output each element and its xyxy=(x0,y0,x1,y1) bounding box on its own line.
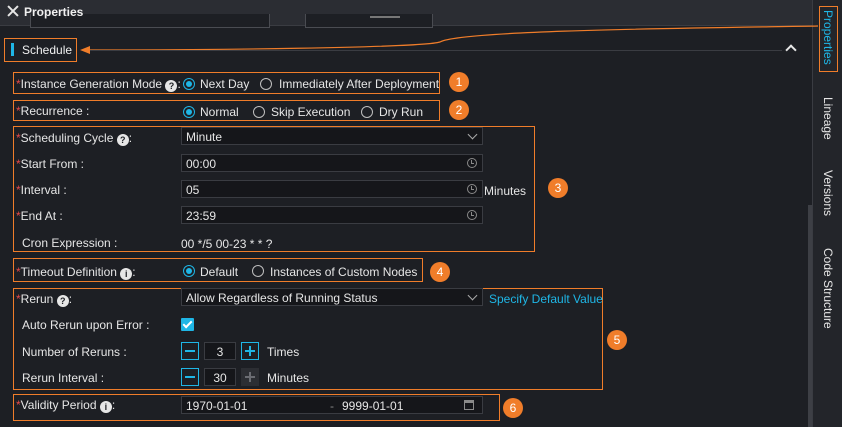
annotation-badge: 5 xyxy=(607,330,627,350)
rerun-label: *Rerun ?: xyxy=(16,292,73,307)
chevron-down-icon xyxy=(467,290,478,301)
section-accent-bar xyxy=(11,43,14,56)
reruns-value[interactable]: 3 xyxy=(204,342,236,360)
validity-end: 9999-01-01 xyxy=(342,399,404,413)
annotation-badge: 3 xyxy=(548,178,568,198)
radio-label: Default xyxy=(200,265,239,279)
scheduling-cycle-select[interactable]: Minute xyxy=(181,127,483,145)
increment-reruns-button[interactable] xyxy=(241,342,259,360)
help-icon[interactable]: ? xyxy=(116,134,129,146)
radio-immediately[interactable] xyxy=(260,78,272,90)
help-icon[interactable]: ? xyxy=(56,295,69,307)
section-title: Schedule xyxy=(22,43,73,57)
cron-expression-value: 00 */5 00-23 * * ? xyxy=(181,237,273,251)
radio-label: Instances of Custom Nodes xyxy=(270,265,418,279)
radio-next-day[interactable] xyxy=(183,78,195,90)
clock-icon xyxy=(467,210,477,220)
annotation-badge: 6 xyxy=(503,398,523,418)
interval-label: *Interval : xyxy=(16,183,67,197)
rerun-interval-label: Rerun Interval : xyxy=(22,371,105,385)
end-at-input[interactable]: 23:59 xyxy=(181,206,483,224)
interval-unit: Minutes xyxy=(484,184,527,198)
validity-period-label: *Validity Period i: xyxy=(16,398,116,413)
clock-icon xyxy=(467,158,477,168)
scheduling-cycle-label: *Scheduling Cycle ?: xyxy=(16,131,133,146)
recurrence-label: *Recurrence : xyxy=(16,104,90,118)
auto-rerun-label: Auto Rerun upon Error : xyxy=(22,318,150,332)
radio-skip-execution[interactable] xyxy=(253,106,265,118)
range-separator: - xyxy=(330,399,334,413)
section-divider xyxy=(90,50,782,51)
clock-icon xyxy=(467,184,477,194)
start-from-input[interactable]: 00:00 xyxy=(181,154,483,172)
radio-label: Skip Execution xyxy=(271,105,351,119)
cron-expression-label: Cron Expression : xyxy=(22,236,118,250)
reruns-unit: Times xyxy=(267,345,300,359)
rerun-interval-value[interactable]: 30 xyxy=(204,368,236,386)
select-value: Allow Regardless of Running Status xyxy=(186,291,378,305)
annotation-badge: 1 xyxy=(449,72,469,92)
calendar-icon xyxy=(464,400,474,410)
radio-dry-run[interactable] xyxy=(361,106,373,118)
interval-input[interactable]: 05 xyxy=(181,180,483,198)
validity-start: 1970-01-01 xyxy=(186,399,248,413)
help-icon[interactable]: ? xyxy=(165,80,178,92)
timeout-definition-label: *Timeout Definition i: xyxy=(16,265,136,280)
chevron-down-icon xyxy=(467,129,478,140)
validity-range-picker[interactable]: 1970-01-01 - 9999-01-01 xyxy=(181,396,483,414)
input-value: 05 xyxy=(186,183,200,197)
info-icon[interactable]: i xyxy=(99,401,112,413)
radio-default[interactable] xyxy=(183,265,195,277)
instance-mode-label: *Instance Generation Mode ?: xyxy=(16,77,181,92)
radio-normal[interactable] xyxy=(183,106,195,118)
start-from-label: *Start From : xyxy=(16,157,85,171)
select-value: Minute xyxy=(186,130,223,144)
rerun-interval-unit: Minutes xyxy=(267,371,310,385)
increment-interval-button[interactable] xyxy=(241,368,259,386)
specify-default-value-link[interactable]: Specify Default Value xyxy=(489,292,603,306)
decrement-reruns-button[interactable] xyxy=(181,342,199,360)
annotation-badge: 2 xyxy=(449,100,469,120)
radio-label: Normal xyxy=(200,105,239,119)
radio-label: Next Day xyxy=(200,77,250,91)
end-at-label: *End At : xyxy=(16,209,63,223)
rerun-select[interactable]: Allow Regardless of Running Status xyxy=(181,288,483,306)
number-of-reruns-label: Number of Reruns : xyxy=(22,345,127,359)
annotation-badge: 4 xyxy=(430,262,450,282)
info-icon[interactable]: i xyxy=(120,268,133,280)
auto-rerun-checkbox[interactable] xyxy=(181,318,194,331)
decrement-interval-button[interactable] xyxy=(181,368,199,386)
radio-custom-nodes[interactable] xyxy=(252,265,264,277)
radio-label: Immediately After Deployment xyxy=(279,77,440,91)
input-value: 23:59 xyxy=(186,209,217,223)
radio-label: Dry Run xyxy=(379,105,424,119)
input-value: 00:00 xyxy=(186,157,217,171)
